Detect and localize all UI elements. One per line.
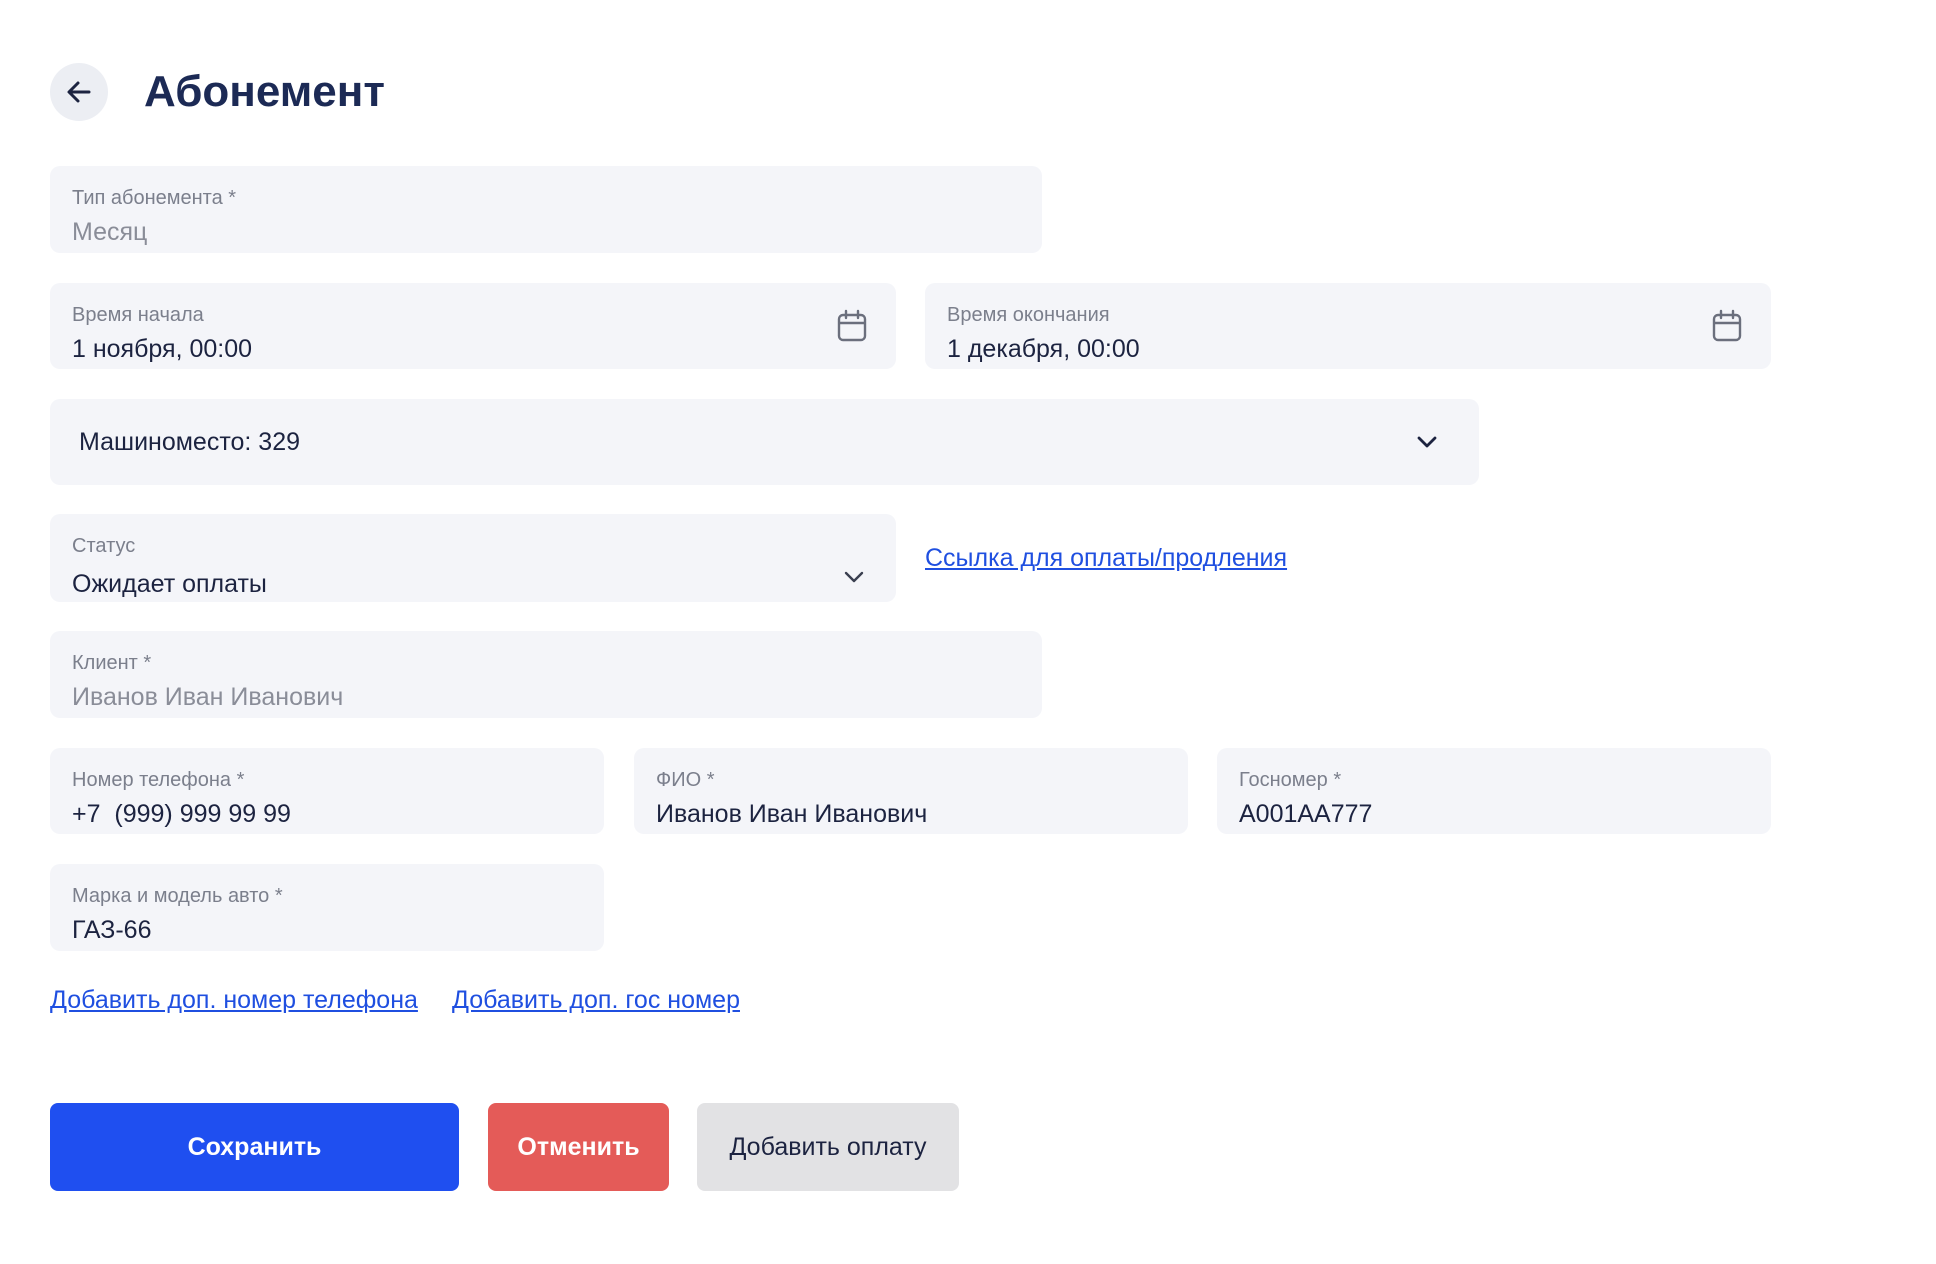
calendar-icon[interactable] [1710,308,1744,344]
car-model-field[interactable]: Марка и модель авто * ГАЗ-66 [50,864,604,951]
start-time-field[interactable]: Время начала 1 ноября, 00:00 [50,283,896,369]
parking-spot-select[interactable]: Машиноместо: 329 [50,399,1479,485]
parking-spot-value: Машиноместо: 329 [79,427,301,456]
status-label: Статус [72,535,136,557]
plate-value: А001АА777 [1239,800,1373,828]
phone-label: Номер телефона * [72,769,245,791]
page-title: Абонемент [144,67,385,116]
back-button[interactable] [50,63,108,121]
phone-field[interactable]: Номер телефона * +7 (999) 999 99 99 [50,748,604,834]
chevron-down-icon [841,564,867,590]
add-payment-button[interactable]: Добавить оплату [697,1103,959,1191]
payment-link[interactable]: Ссылка для оплаты/продления [925,542,1287,574]
chevron-down-icon [1414,429,1440,455]
start-time-label: Время начала [72,304,204,326]
car-model-value: ГАЗ-66 [72,916,152,944]
client-value: Иванов Иван Иванович [72,683,344,711]
phone-value: +7 (999) 999 99 99 [72,800,291,828]
status-value: Ожидает оплаты [72,570,267,598]
start-time-value: 1 ноября, 00:00 [72,335,253,363]
add-phone-link[interactable]: Добавить доп. номер телефона [50,984,418,1016]
full-name-label: ФИО * [656,769,715,791]
cancel-button[interactable]: Отменить [488,1103,669,1191]
save-button[interactable]: Сохранить [50,1103,459,1191]
client-field[interactable]: Клиент * Иванов Иван Иванович [50,631,1042,718]
calendar-icon[interactable] [835,308,869,344]
plate-field[interactable]: Госномер * А001АА777 [1217,748,1771,834]
subscription-form-page: Абонемент Тип абонемента * Месяц Время н… [0,0,1936,1264]
end-time-label: Время окончания [947,304,1110,326]
status-select[interactable]: Статус Ожидает оплаты [50,514,896,602]
arrow-left-icon [67,81,91,103]
plate-label: Госномер * [1239,769,1342,791]
subscription-type-field[interactable]: Тип абонемента * Месяц [50,166,1042,253]
end-time-field[interactable]: Время окончания 1 декабря, 00:00 [925,283,1771,369]
car-model-label: Марка и модель авто * [72,885,283,907]
full-name-value: Иванов Иван Иванович [656,800,928,828]
add-plate-link[interactable]: Добавить доп. гос номер [452,984,740,1016]
subscription-type-value: Месяц [72,218,148,246]
end-time-value: 1 декабря, 00:00 [947,335,1140,363]
client-label: Клиент * [72,652,152,674]
subscription-type-label: Тип абонемента * [72,187,237,209]
full-name-field[interactable]: ФИО * Иванов Иван Иванович [634,748,1188,834]
